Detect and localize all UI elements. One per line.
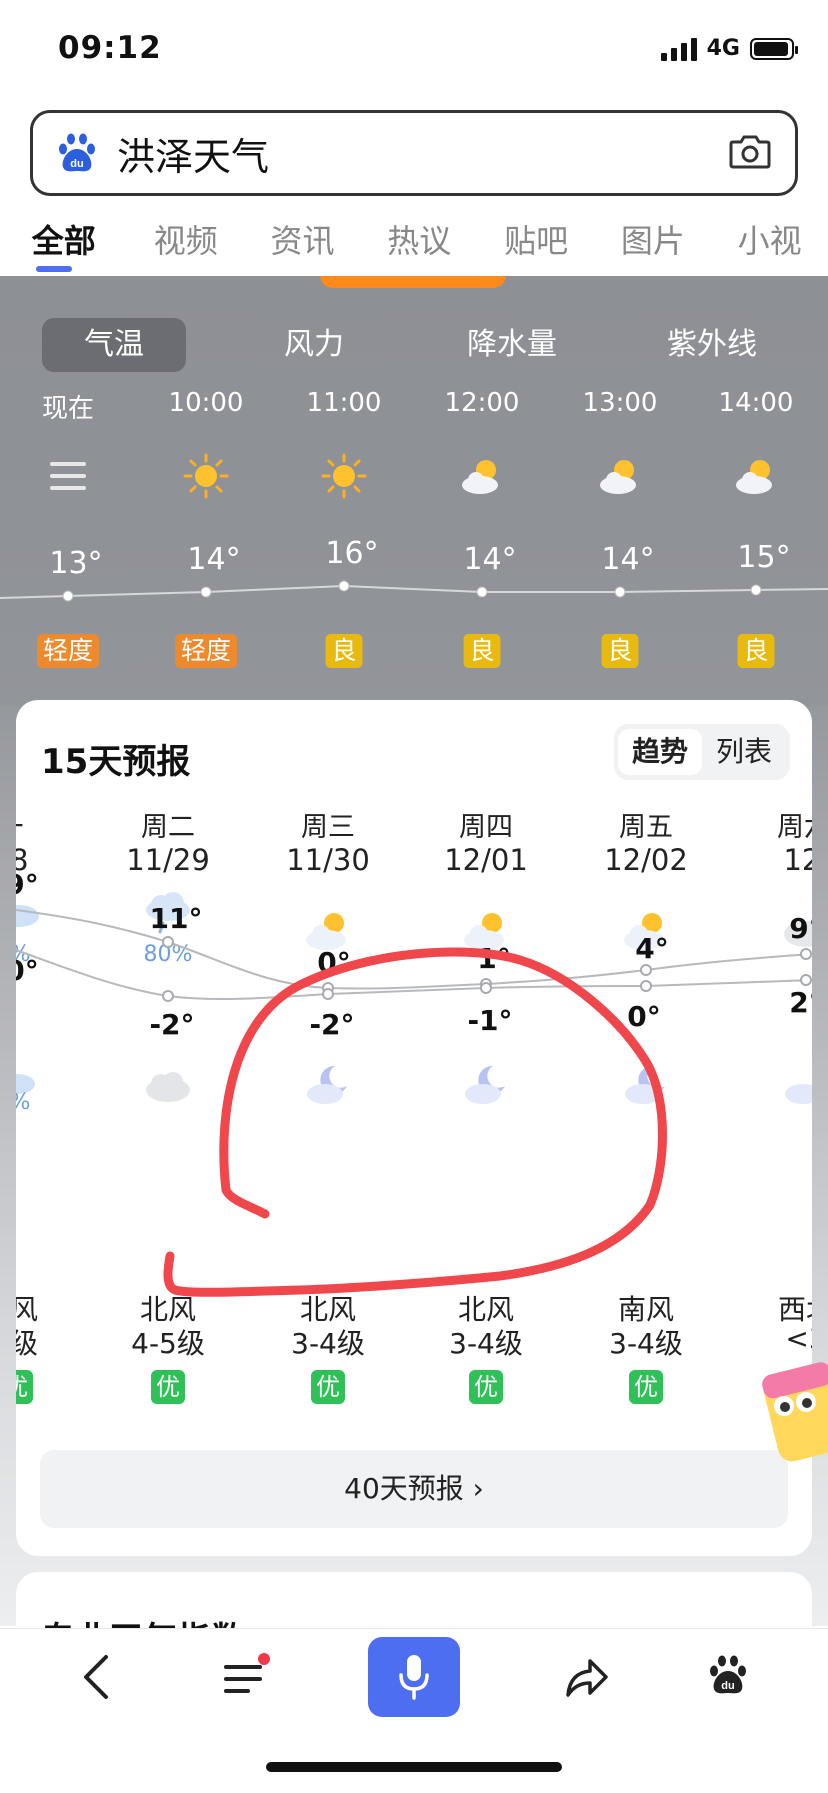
wind-level: 级: [16, 1327, 38, 1360]
temp-trend-chart: [16, 909, 812, 1002]
tab-short-video[interactable]: 小视: [711, 210, 828, 276]
hourly-temp-line: [0, 580, 828, 602]
moon-cloud-icon: [465, 1065, 505, 1104]
high-temp: 0°: [317, 946, 351, 979]
feed-menu-icon[interactable]: [218, 1651, 270, 1703]
aqi-badge: 良: [463, 634, 501, 668]
forecast-days: 一 周二 周三 周四 周五 周六 28 11/29 11/30 12/01 12…: [16, 700, 812, 1556]
aqi-badge: 良: [325, 634, 363, 668]
aqi-badge: 良: [601, 634, 639, 668]
back-icon[interactable]: [76, 1651, 116, 1703]
aqi-excellent-badge: 优: [311, 1370, 345, 1404]
wind-level: 4-5级: [131, 1327, 205, 1360]
cloudy-night-icon: [146, 1072, 190, 1102]
network-type: 4G: [706, 36, 740, 61]
tab-tieba[interactable]: 贴吧: [478, 210, 595, 276]
wind-level: <3: [785, 1322, 812, 1355]
hourly-forecast: 气温 风力 降水量 紫外线 现在 10:00 11:00 12:00 13:00…: [0, 276, 828, 706]
high-temp: 9°: [16, 868, 39, 901]
hour-temp: 14°: [463, 542, 517, 577]
low-temp: 0°: [627, 1000, 661, 1033]
share-icon[interactable]: [560, 1651, 612, 1703]
aqi-badge: 良: [737, 634, 775, 668]
low-temp: 2°: [789, 986, 812, 1019]
aqi-badge: 轻度: [36, 634, 100, 668]
wind-level: 3-4级: [291, 1327, 365, 1360]
tab-discussion[interactable]: 热议: [361, 210, 478, 276]
status-icons: 4G: [660, 36, 798, 61]
aqi-excellent-badge: 优: [16, 1370, 33, 1404]
voice-search-button[interactable]: [368, 1637, 460, 1717]
microphone-icon: [399, 1655, 429, 1700]
signal-icon: [660, 37, 697, 61]
tab-video[interactable]: 视频: [127, 210, 244, 276]
hour-temp: 15°: [737, 540, 791, 575]
forecast-card: 15天预报 趋势 列表 一 周二 周三 周四 周五 周六 28 11/29 11…: [16, 700, 812, 1556]
moon-cloud-icon: [785, 1084, 812, 1104]
moon-cloud-icon: [625, 1065, 665, 1104]
status-bar: 09:12 4G: [0, 0, 828, 100]
clock: 09:12: [58, 30, 162, 66]
search-input[interactable]: 洪泽天气: [117, 126, 269, 181]
camera-icon[interactable]: [729, 133, 771, 169]
low-temp: -2°: [309, 1008, 355, 1041]
aqi-excellent-badge: 优: [629, 1370, 663, 1404]
tab-images[interactable]: 图片: [594, 210, 711, 276]
svg-text:du: du: [70, 158, 83, 170]
high-temp: 11°: [149, 902, 203, 935]
high-temp: 4°: [635, 932, 669, 965]
low-temp: 0°: [16, 954, 39, 987]
baidu-paw-icon: du: [59, 133, 95, 172]
baidu-home-icon[interactable]: du: [706, 1651, 750, 1703]
forty-day-forecast-button[interactable]: 40天预报 ›: [40, 1450, 788, 1528]
aqi-excellent-badge: 优: [469, 1370, 503, 1404]
high-temp: 1°: [477, 942, 511, 975]
moon-cloud-icon: [307, 1065, 347, 1104]
high-temp: 9°: [789, 912, 812, 945]
aqi-excellent-badge: 优: [151, 1370, 185, 1404]
search-tabs: 全部 视频 资讯 热议 贴吧 图片 小视: [0, 210, 828, 276]
hour-temp: 16°: [325, 536, 379, 571]
home-indicator: [266, 1762, 562, 1772]
hour-temp: 14°: [187, 542, 241, 577]
hour-temp: 13°: [49, 546, 103, 581]
mascot-icon[interactable]: [762, 1358, 828, 1468]
battery-icon: [750, 37, 798, 60]
svg-text:du: du: [721, 1680, 734, 1692]
hour-temp: 14°: [601, 542, 655, 577]
search-bar[interactable]: du 洪泽天气: [30, 110, 798, 196]
low-temp: -1°: [467, 1004, 513, 1037]
tab-all[interactable]: 全部: [0, 210, 127, 276]
wind-level: 3-4级: [609, 1327, 683, 1360]
aqi-badge: 轻度: [174, 634, 238, 668]
night-precip-chance: %: [16, 1090, 60, 1115]
low-temp: -2°: [149, 1008, 195, 1041]
tab-news[interactable]: 资讯: [244, 210, 361, 276]
wind-level: 3-4级: [449, 1327, 523, 1360]
